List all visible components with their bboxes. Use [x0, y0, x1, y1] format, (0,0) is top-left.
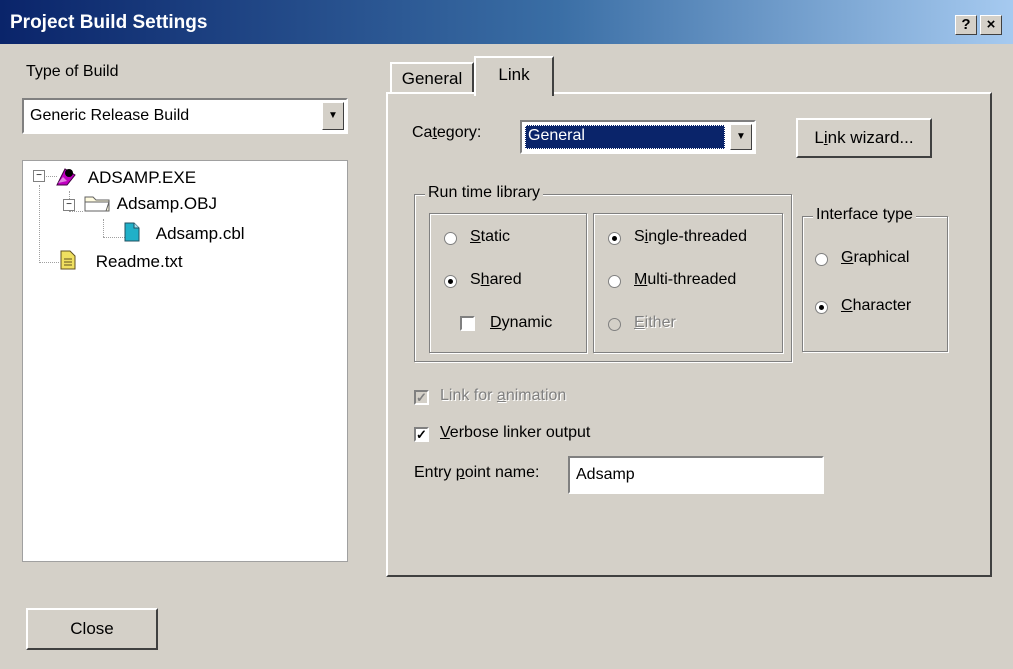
dynamic-label[interactable]: Dynamic [490, 314, 552, 332]
tree-line [39, 185, 40, 263]
folder-icon [84, 196, 110, 212]
entry-point-input[interactable]: Adsamp [568, 456, 824, 494]
link-tab-panel: Category: General ▼ Link wizard... Run t… [386, 92, 992, 577]
close-window-button[interactable]: × [980, 15, 1002, 35]
multi-threaded-label[interactable]: Multi-threaded [634, 271, 736, 289]
tree-line [103, 237, 125, 238]
title-bar[interactable]: Project Build Settings ? × [0, 0, 1013, 44]
tree-item-label: Adsamp.OBJ [116, 194, 217, 213]
tab-general-label: General [401, 69, 463, 88]
multi-threaded-radio[interactable] [608, 275, 621, 288]
tree-item-adsamp-cbl[interactable]: Adsamp.cbl [123, 221, 245, 244]
entry-point-label: Entry point name: [414, 464, 540, 481]
dynamic-checkbox[interactable] [460, 316, 475, 331]
chevron-down-icon[interactable]: ▼ [322, 102, 344, 130]
category-label: Category: [412, 124, 482, 141]
link-for-animation-label[interactable]: Link for animation [440, 387, 566, 405]
type-of-build-value: Generic Release Build [30, 107, 190, 124]
category-value: General [528, 127, 585, 144]
static-radio[interactable] [444, 232, 457, 245]
single-threaded-label[interactable]: Single-threaded [634, 228, 747, 246]
help-button[interactable]: ? [955, 15, 977, 35]
static-label[interactable]: Static [470, 228, 510, 246]
cobol-file-icon [124, 222, 140, 242]
tab-general[interactable]: General [390, 62, 474, 94]
threading-subgroup: Single-threaded Multi-threaded Either [593, 213, 783, 353]
verbose-linker-output-checkbox[interactable]: ✓ [414, 427, 429, 442]
tab-link-label: Link [498, 65, 530, 84]
tree-item-label: Adsamp.cbl [155, 224, 245, 243]
link-for-animation-checkbox[interactable]: ✓ [414, 390, 429, 405]
character-radio[interactable] [815, 301, 828, 314]
interface-type-group: Interface type Graphical Character [802, 206, 948, 352]
close-button[interactable]: Close [26, 608, 158, 650]
chevron-down-icon[interactable]: ▼ [730, 124, 752, 150]
window-title: Project Build Settings [10, 12, 208, 33]
close-button-label: Close [70, 619, 114, 638]
tree-item-readme-txt[interactable]: Readme.txt [59, 249, 183, 272]
entry-point-value: Adsamp [576, 466, 635, 483]
collapse-icon[interactable]: − [33, 170, 45, 182]
interface-type-title: Interface type [813, 206, 916, 224]
either-radio[interactable] [608, 318, 621, 331]
tree-item-adsamp-exe[interactable]: ADSAMP.EXE [55, 165, 196, 188]
either-label[interactable]: Either [634, 314, 676, 332]
single-threaded-radio[interactable] [608, 232, 621, 245]
graphical-radio[interactable] [815, 253, 828, 266]
tree-item-label: ADSAMP.EXE [87, 168, 197, 187]
tree-line [69, 211, 83, 212]
type-of-build-label: Type of Build [26, 63, 119, 80]
text-file-icon [60, 250, 76, 270]
tree-line [39, 262, 59, 263]
type-of-build-select[interactable]: Generic Release Build ▼ [22, 98, 348, 134]
shared-label[interactable]: Shared [470, 271, 522, 289]
link-wizard-button[interactable]: Link wizard... [796, 118, 932, 158]
collapse-icon[interactable]: − [63, 199, 75, 211]
tree-item-label: Readme.txt [95, 252, 183, 271]
tree-line [103, 219, 104, 237]
graphical-label[interactable]: Graphical [841, 249, 909, 267]
run-time-library-title: Run time library [425, 184, 544, 202]
project-tree[interactable]: − ADSAMP.EXE − Adsamp.OBJ Adsamp.cbl Rea… [22, 160, 348, 562]
exe-icon [56, 168, 76, 186]
run-time-library-group: Run time library Static Shared Dynamic S… [414, 184, 792, 362]
character-label[interactable]: Character [841, 297, 911, 315]
tab-link[interactable]: Link [474, 56, 554, 96]
tree-item-adsamp-obj[interactable]: Adsamp.OBJ [83, 193, 217, 214]
shared-radio[interactable] [444, 275, 457, 288]
category-select[interactable]: General ▼ [520, 120, 756, 154]
linkage-subgroup: Static Shared Dynamic [429, 213, 587, 353]
verbose-linker-output-label[interactable]: Verbose linker output [440, 424, 590, 442]
